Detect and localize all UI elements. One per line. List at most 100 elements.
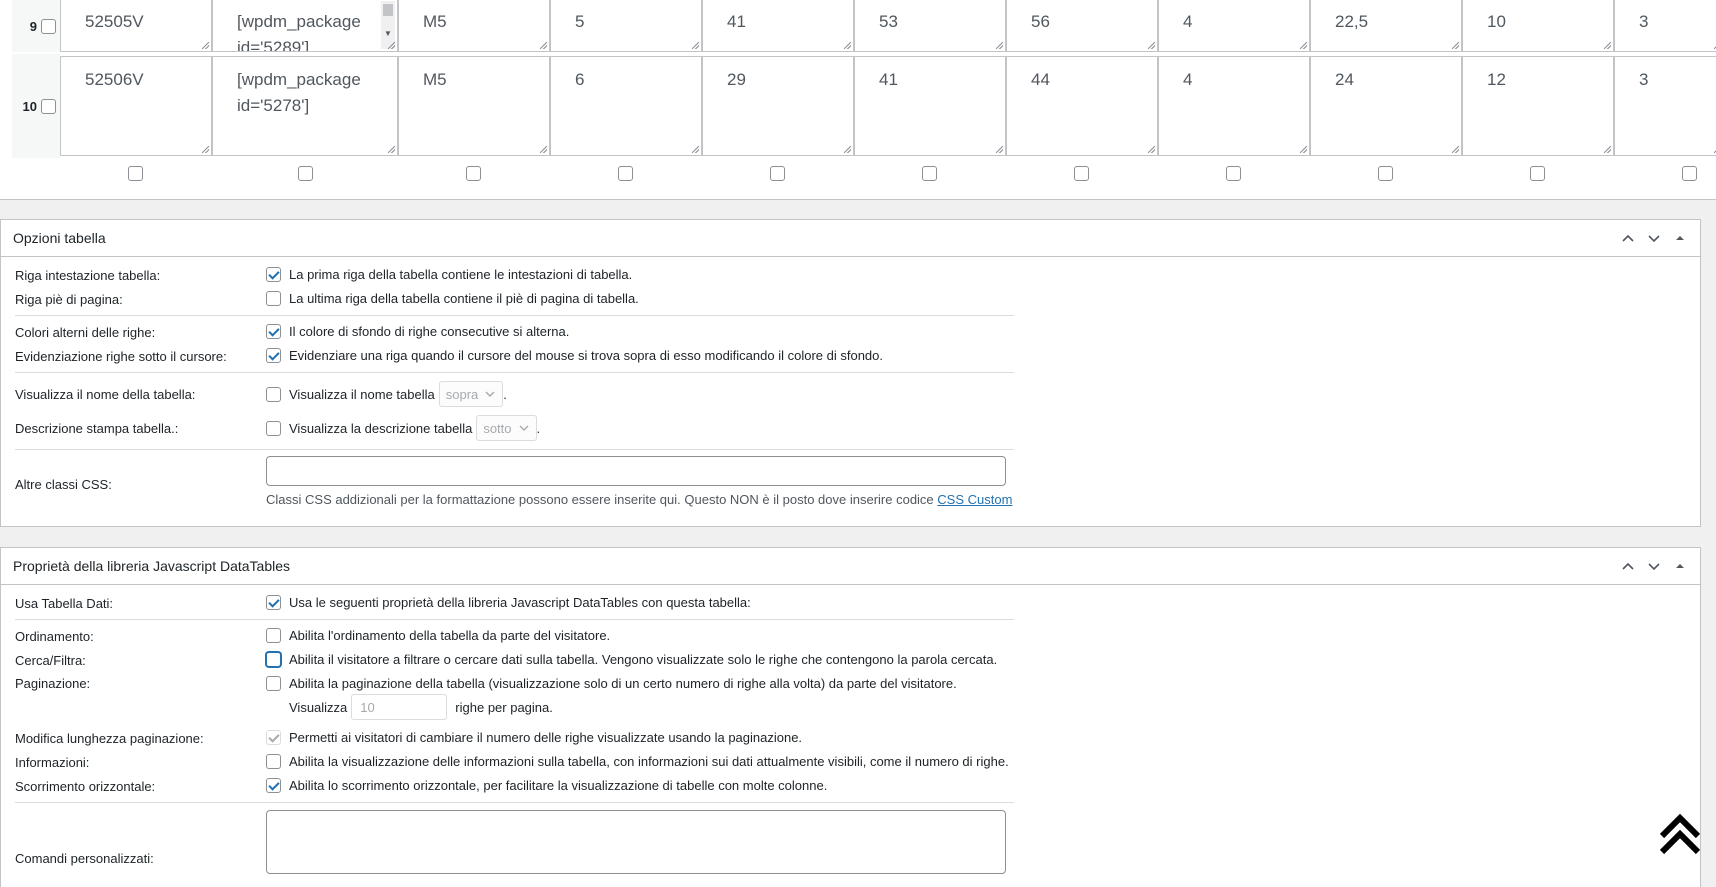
- table-cell[interactable]: 24: [1310, 56, 1462, 156]
- table-cell[interactable]: 22,5: [1310, 0, 1462, 52]
- hover-option: Evidenziare una riga quando il cursore d…: [266, 348, 883, 363]
- use-datatables-option: Usa le seguenti proprietà della libreria…: [266, 595, 751, 610]
- panel-header: Opzioni tabella: [1, 220, 1700, 257]
- move-down-icon[interactable]: [1646, 230, 1662, 246]
- info-checkbox[interactable]: [266, 754, 281, 769]
- custom-commands-label: Comandi personalizzati:: [15, 851, 154, 866]
- pagination-checkbox[interactable]: [266, 676, 281, 691]
- header-row-option: La prima riga della tabella contiene le …: [266, 267, 632, 282]
- move-up-icon[interactable]: [1620, 558, 1636, 574]
- show-desc-option: Visualizza la descrizione tabella sotto …: [266, 415, 540, 441]
- table-cell[interactable]: 41: [702, 0, 854, 52]
- table-cell-shortcode[interactable]: [wpdm_package id='5278']: [212, 56, 398, 156]
- info-option: Abilita la visualizzazione delle informa…: [266, 754, 1009, 769]
- horizontal-scroll-checkbox[interactable]: [266, 778, 281, 793]
- table-cell[interactable]: 29: [702, 56, 854, 156]
- table-editor-grid: 9 52505V [wpdm_package id='5289'] ▼ M5 5…: [0, 0, 1716, 200]
- table-cell[interactable]: 56: [1006, 0, 1158, 52]
- row-header-10: 10: [12, 54, 60, 158]
- table-cell[interactable]: 41: [854, 56, 1006, 156]
- filter-checkbox[interactable]: [266, 652, 281, 667]
- hover-checkbox[interactable]: [266, 348, 281, 363]
- chevron-down-icon: [519, 425, 528, 431]
- rows-per-page-input[interactable]: 10: [351, 694, 448, 720]
- use-datatables-checkbox[interactable]: [266, 595, 281, 610]
- table-cell[interactable]: 12: [1462, 56, 1614, 156]
- table-cell[interactable]: 52505V: [60, 0, 212, 52]
- divider: [15, 315, 1014, 316]
- alt-colors-checkbox[interactable]: [266, 324, 281, 339]
- table-cell[interactable]: M5: [398, 56, 550, 156]
- table-cell[interactable]: 4: [1158, 56, 1310, 156]
- table-cell[interactable]: 44: [1006, 56, 1158, 156]
- custom-commands-textarea[interactable]: [266, 810, 1006, 874]
- panel-header: Proprietà della libreria Javascript Data…: [1, 548, 1700, 585]
- column-select-checkbox[interactable]: [1378, 166, 1393, 181]
- footer-row-checkbox[interactable]: [266, 291, 281, 306]
- length-change-checkbox[interactable]: [266, 730, 281, 745]
- header-row-text: La prima riga della tabella contiene le …: [289, 267, 633, 282]
- horizontal-scroll-label: Scorrimento orizzontale:: [15, 779, 156, 794]
- table-cell[interactable]: 3: [1614, 0, 1716, 52]
- column-select-checkbox[interactable]: [1226, 166, 1241, 181]
- table-cell[interactable]: 52506V: [60, 56, 212, 156]
- row-select-checkbox[interactable]: [41, 98, 56, 114]
- table-cell[interactable]: 4: [1158, 0, 1310, 52]
- scrollbar-thumb[interactable]: [383, 4, 393, 16]
- column-select-checkbox[interactable]: [770, 166, 785, 181]
- table-cell-shortcode[interactable]: [wpdm_package id='5289'] ▼: [212, 0, 398, 52]
- move-down-icon[interactable]: [1646, 558, 1662, 574]
- css-classes-hint: Classi CSS addizionali per la formattazi…: [266, 492, 1012, 507]
- column-select-checkbox[interactable]: [618, 166, 633, 181]
- footer-row-option: La ultima riga della tabella contiene il…: [266, 291, 639, 306]
- alt-colors-option: Il colore di sfondo di righe consecutive…: [266, 324, 569, 339]
- column-select-checkbox[interactable]: [466, 166, 481, 181]
- panel-title: Opzioni tabella: [13, 230, 106, 246]
- horizontal-scroll-option: Abilita lo scorrimento orizzontale, per …: [266, 778, 827, 793]
- pagination-text: Abilita la paginazione della tabella (vi…: [289, 676, 957, 691]
- show-desc-checkbox[interactable]: [266, 420, 281, 436]
- pagination-show-text: Visualizza: [289, 699, 348, 715]
- column-select-checkbox[interactable]: [298, 166, 313, 181]
- show-name-label: Visualizza il nome della tabella:: [15, 387, 196, 402]
- table-cell[interactable]: 10: [1462, 0, 1614, 52]
- period: .: [536, 420, 541, 436]
- show-name-option: Visualizza il nome tabella sopra .: [266, 381, 507, 407]
- move-up-icon[interactable]: [1620, 230, 1636, 246]
- show-name-checkbox[interactable]: [266, 386, 281, 402]
- filter-label: Cerca/Filtra:: [15, 653, 86, 668]
- sorting-option: Abilita l'ordinamento della tabella da p…: [266, 628, 610, 643]
- header-row-checkbox[interactable]: [266, 267, 281, 282]
- table-cell[interactable]: 53: [854, 0, 1006, 52]
- show-desc-label: Descrizione stampa tabella.:: [15, 421, 179, 436]
- table-cell[interactable]: 6: [550, 56, 702, 156]
- sorting-checkbox[interactable]: [266, 628, 281, 643]
- css-classes-input[interactable]: [266, 456, 1006, 486]
- collapse-toggle-icon[interactable]: [1672, 558, 1688, 574]
- column-select-checkbox[interactable]: [128, 166, 143, 181]
- info-label: Informazioni:: [15, 755, 90, 770]
- panel-controls: [1620, 548, 1688, 584]
- column-select-checkbox[interactable]: [1074, 166, 1089, 181]
- row-select-checkbox[interactable]: [41, 18, 56, 34]
- desc-position-select[interactable]: sotto: [476, 415, 537, 441]
- column-select-checkbox[interactable]: [922, 166, 937, 181]
- show-desc-text: Visualizza la descrizione tabella: [289, 420, 473, 436]
- back-to-top-icon[interactable]: [1658, 812, 1702, 856]
- column-select-checkbox[interactable]: [1530, 166, 1545, 181]
- column-select-checkbox[interactable]: [1682, 166, 1697, 181]
- scroll-down-arrow-icon[interactable]: ▼: [384, 21, 392, 47]
- use-datatables-text: Usa le seguenti proprietà della libreria…: [289, 595, 751, 610]
- length-change-label: Modifica lunghezza paginazione:: [15, 731, 204, 746]
- row-number: 9: [29, 18, 37, 34]
- filter-text: Abilita il visitatore a filtrare o cerca…: [289, 652, 998, 667]
- cell-scrollbar[interactable]: ▼: [381, 1, 395, 49]
- pagination-label: Paginazione:: [15, 676, 91, 691]
- table-cell[interactable]: 5: [550, 0, 702, 52]
- table-cell[interactable]: M5: [398, 0, 550, 52]
- collapse-toggle-icon[interactable]: [1672, 230, 1688, 246]
- name-position-select[interactable]: sopra: [438, 381, 504, 407]
- show-name-text: Visualizza il nome tabella: [289, 386, 435, 402]
- css-custom-link[interactable]: CSS Custom: [937, 492, 1012, 507]
- table-cell[interactable]: 3: [1614, 56, 1716, 156]
